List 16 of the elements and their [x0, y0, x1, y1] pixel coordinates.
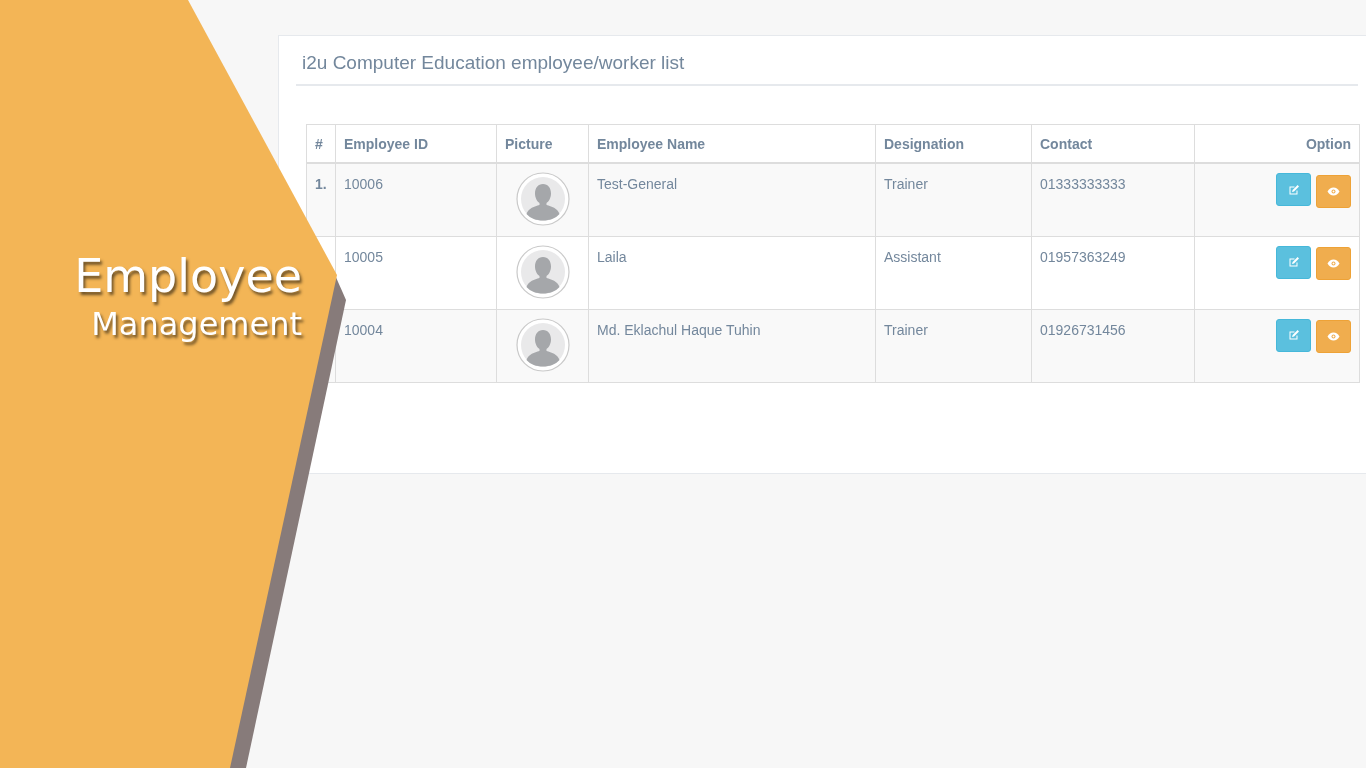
panel-title: i2u Computer Education employee/worker list — [296, 36, 1358, 86]
contact-number: 01926731456 — [1040, 321, 1126, 338]
employee-name: Md. Eklachul Haque Tuhin — [597, 321, 761, 338]
employee-id: 10004 — [344, 321, 383, 338]
employee-name: Laila — [597, 248, 627, 265]
banner-title: Employee — [74, 248, 302, 304]
designation-text: Assistant — [884, 248, 941, 265]
row-number: 1. — [315, 176, 327, 192]
contact-number: 01333333333 — [1040, 176, 1126, 192]
employee-id: 10006 — [344, 176, 383, 192]
banner-subtitle: Management — [90, 304, 302, 344]
designation-text: Trainer — [884, 176, 928, 192]
employee-id: 10005 — [344, 248, 383, 265]
contact-number: 01957363249 — [1040, 248, 1126, 265]
employee-name: Test-General — [597, 176, 678, 192]
designation-text: Trainer — [884, 321, 928, 338]
